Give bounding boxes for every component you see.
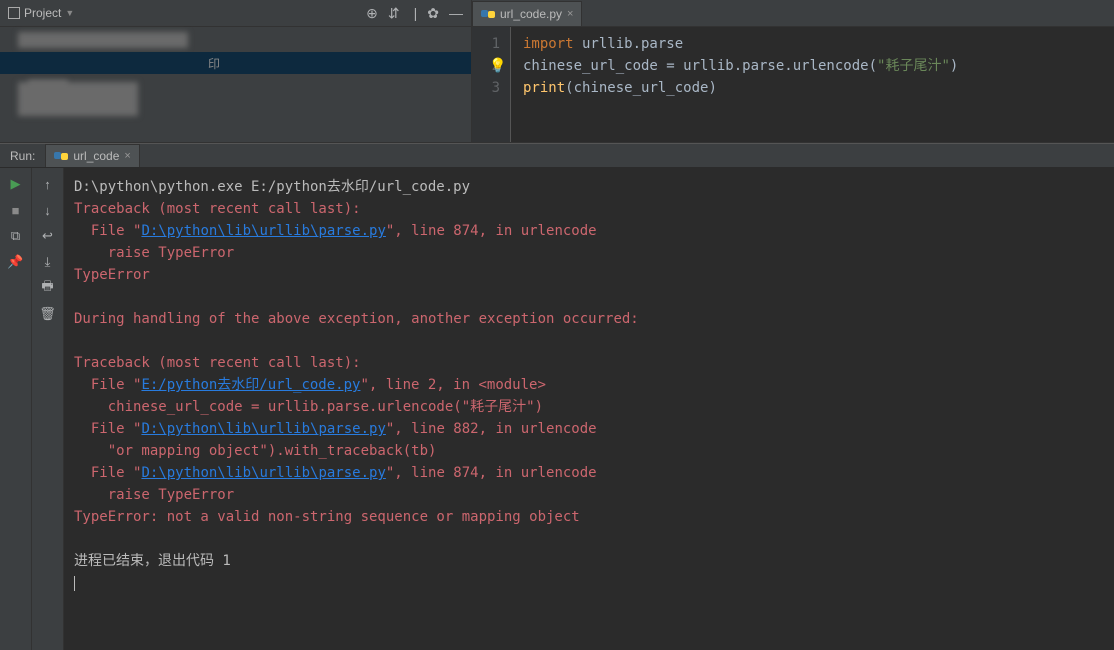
run-toolbar-secondary: ↑ ↓ ↩ ⤓ 🖶 🗑 [32, 168, 64, 650]
console-line: raise TypeError [74, 242, 1104, 264]
console-line: File "E:/python去水印/url_code.py", line 2,… [74, 374, 1104, 396]
editor-gutter: 1 2 3 [472, 27, 510, 142]
console-line [74, 528, 1104, 550]
tree-item-label: 印 [208, 55, 220, 72]
console-line: 进程已结束，退出代码 1 [74, 550, 1104, 572]
console-line: During handling of the above exception, … [74, 308, 1104, 330]
line-number: 3 [474, 77, 500, 99]
console-line [74, 286, 1104, 308]
run-panel-header: Run: url_code × [0, 144, 1114, 168]
settings-gear-icon[interactable]: ✿ [427, 5, 439, 22]
soft-wrap-icon[interactable]: ↩ [40, 228, 56, 244]
python-file-icon [481, 7, 495, 21]
project-tool-window: Project ▼ ⊕ ⇵ | ✿ — 印 [0, 0, 472, 142]
close-icon[interactable]: × [124, 150, 130, 162]
code-content[interactable]: import urllib.parse 💡chinese_url_code = … [510, 27, 958, 142]
console-line: D:\python\python.exe E:/python去水印/url_co… [74, 176, 1104, 198]
project-tree[interactable]: 印 [0, 27, 471, 142]
code-text: ) [950, 58, 958, 74]
python-file-icon [54, 149, 68, 163]
intention-bulb-icon[interactable]: 💡 [489, 55, 506, 77]
run-tab-label: url_code [73, 149, 119, 163]
editor-area: url_code.py × 1 2 3 import urllib.parse … [472, 0, 1114, 142]
close-icon[interactable]: × [567, 8, 573, 20]
editor-tab-url-code[interactable]: url_code.py × [472, 1, 582, 26]
console-line: File "D:\python\lib\urllib\parse.py", li… [74, 418, 1104, 440]
stop-icon[interactable]: ■ [8, 202, 24, 218]
expand-all-icon[interactable]: ⇵ [388, 5, 400, 22]
project-icon [8, 7, 20, 19]
console-line: Traceback (most recent call last): [74, 352, 1104, 374]
run-panel-label: Run: [0, 149, 45, 163]
print-icon[interactable]: 🖶 [40, 280, 56, 296]
console-line: File "D:\python\lib\urllib\parse.py", li… [74, 462, 1104, 484]
stacktrace-link[interactable]: E:/python去水印/url_code.py [141, 377, 360, 393]
collapse-icon[interactable]: — [449, 5, 463, 22]
pin-icon[interactable]: 📌 [8, 254, 24, 270]
console-caret [74, 572, 1104, 594]
console-line: "or mapping object").with_traceback(tb) [74, 440, 1104, 462]
tree-row-selected[interactable] [0, 52, 471, 74]
console-line: TypeError: not a valid non-string sequen… [74, 506, 1104, 528]
console-line: raise TypeError [74, 484, 1104, 506]
down-arrow-icon[interactable]: ↓ [40, 202, 56, 218]
run-icon[interactable]: ▶ [8, 176, 24, 192]
tree-item-blurred [18, 82, 138, 116]
code-editor[interactable]: 1 2 3 import urllib.parse 💡chinese_url_c… [472, 27, 1114, 142]
chevron-down-icon: ▼ [65, 8, 74, 18]
code-text: urllib.parse [574, 36, 684, 52]
code-function: print [523, 80, 565, 96]
console-line: File "D:\python\lib\urllib\parse.py", li… [74, 220, 1104, 242]
stacktrace-link[interactable]: D:\python\lib\urllib\parse.py [141, 421, 385, 437]
code-text: (chinese_url_code) [565, 80, 717, 96]
line-number: 1 [474, 33, 500, 55]
run-toolbar-primary: ▶ ■ ⧉ 📌 [0, 168, 32, 650]
run-tool-window: Run: url_code × ▶ ■ ⧉ 📌 ↑ ↓ ↩ ⤓ 🖶 🗑 D:\p… [0, 143, 1114, 650]
scroll-to-end-icon[interactable]: ⤓ [40, 254, 56, 270]
project-panel-header: Project ▼ ⊕ ⇵ | ✿ — [0, 0, 471, 27]
up-arrow-icon[interactable]: ↑ [40, 176, 56, 192]
code-text: chinese_url_code = urllib.parse.urlencod… [523, 58, 877, 74]
editor-tabbar: url_code.py × [472, 0, 1114, 27]
layout-icon[interactable]: ⧉ [8, 228, 24, 244]
code-keyword: import [523, 36, 574, 52]
console-line: chinese_url_code = urllib.parse.urlencod… [74, 396, 1104, 418]
project-title: Project [24, 6, 61, 20]
code-string: "耗子尾汁" [877, 58, 950, 74]
stacktrace-link[interactable]: D:\python\lib\urllib\parse.py [141, 465, 385, 481]
trash-icon[interactable]: 🗑 [40, 306, 56, 322]
run-console[interactable]: D:\python\python.exe E:/python去水印/url_co… [64, 168, 1114, 650]
run-config-tab[interactable]: url_code × [45, 144, 139, 167]
console-line: Traceback (most recent call last): [74, 198, 1104, 220]
console-line: TypeError [74, 264, 1104, 286]
locate-icon[interactable]: ⊕ [366, 5, 378, 22]
editor-tab-label: url_code.py [500, 7, 562, 21]
console-line [74, 330, 1104, 352]
hide-icon[interactable]: | [414, 5, 418, 22]
project-view-selector[interactable]: Project ▼ [8, 6, 74, 20]
stacktrace-link[interactable]: D:\python\lib\urllib\parse.py [141, 223, 385, 239]
tree-item-blurred [18, 32, 188, 48]
